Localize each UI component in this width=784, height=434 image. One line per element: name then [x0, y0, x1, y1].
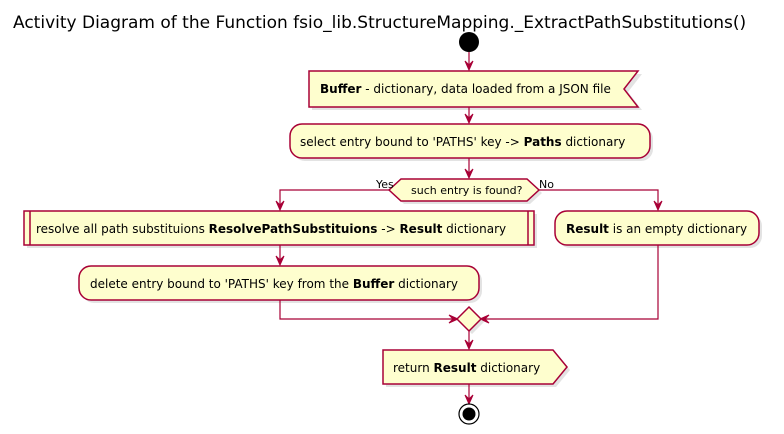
- edge-empty-to-merge: [482, 245, 659, 320]
- svg-text:Result is an empty dictionary: Result is an empty dictionary: [566, 222, 747, 236]
- decision-no-label: No: [539, 178, 554, 191]
- select-node-bold: Paths: [524, 135, 562, 149]
- select-node-text: select entry bound to 'PATHS' key ->: [300, 135, 524, 149]
- start-node: [459, 32, 479, 52]
- return-node-bold: Result: [434, 361, 477, 375]
- diagram-title: Activity Diagram of the Function fsio_li…: [13, 13, 746, 33]
- decision-text: such entry is found?: [411, 184, 523, 197]
- merge-node: [455, 305, 484, 334]
- select-entry-node: select entry bound to 'PATHS' key -> Pat…: [289, 123, 653, 161]
- edge-yes-branch: [279, 189, 389, 208]
- svg-text:return Result dictionary: return Result dictionary: [393, 361, 540, 375]
- empty-node-text: is an empty dictionary: [609, 222, 747, 236]
- return-node: return Result dictionary: [382, 349, 570, 387]
- empty-node-bold: Result: [566, 222, 609, 236]
- decision-yes-label: Yes: [375, 178, 394, 191]
- delete-node-bold: Buffer: [353, 277, 395, 291]
- select-node-text2: dictionary: [562, 135, 626, 149]
- delete-node-text: delete entry bound to 'PATHS' key from t…: [90, 277, 353, 291]
- return-node-text2: dictionary: [476, 361, 540, 375]
- return-node-text: return: [393, 361, 434, 375]
- resolve-node-text: resolve all path substituions: [36, 222, 209, 236]
- buffer-node-bold: Buffer: [320, 82, 362, 96]
- svg-text:select entry bound to 'PATHS': select entry bound to 'PATHS' key -> Pat…: [300, 135, 625, 149]
- decision-node: such entry is found?: [387, 178, 542, 204]
- activity-diagram: Activity Diagram of the Function fsio_li…: [13, 13, 762, 425]
- svg-text:delete entry bound to 'PATHS': delete entry bound to 'PATHS' key from t…: [90, 277, 458, 291]
- resolve-node: resolve all path substituions ResolvePat…: [23, 210, 537, 248]
- empty-result-node: Result is an empty dictionary: [554, 210, 762, 248]
- svg-text:Buffer - dictionary, data load: Buffer - dictionary, data loaded from a …: [320, 82, 611, 96]
- resolve-node-text2: ->: [377, 222, 399, 236]
- resolve-node-text3: dictionary: [442, 222, 506, 236]
- buffer-node-text: - dictionary, data loaded from a JSON fi…: [361, 82, 610, 96]
- edge-no-branch: [539, 189, 659, 208]
- resolve-node-bold: ResolvePathSubstituions: [209, 222, 378, 236]
- delete-node-text2: dictionary: [394, 277, 458, 291]
- svg-text:resolve all path substituions: resolve all path substituions ResolvePat…: [36, 222, 506, 236]
- buffer-node: Buffer - dictionary, data loaded from a …: [308, 70, 642, 110]
- resolve-node-bold2: Result: [399, 222, 442, 236]
- stop-node: [458, 403, 480, 425]
- delete-entry-node: delete entry bound to 'PATHS' key from t…: [78, 265, 482, 303]
